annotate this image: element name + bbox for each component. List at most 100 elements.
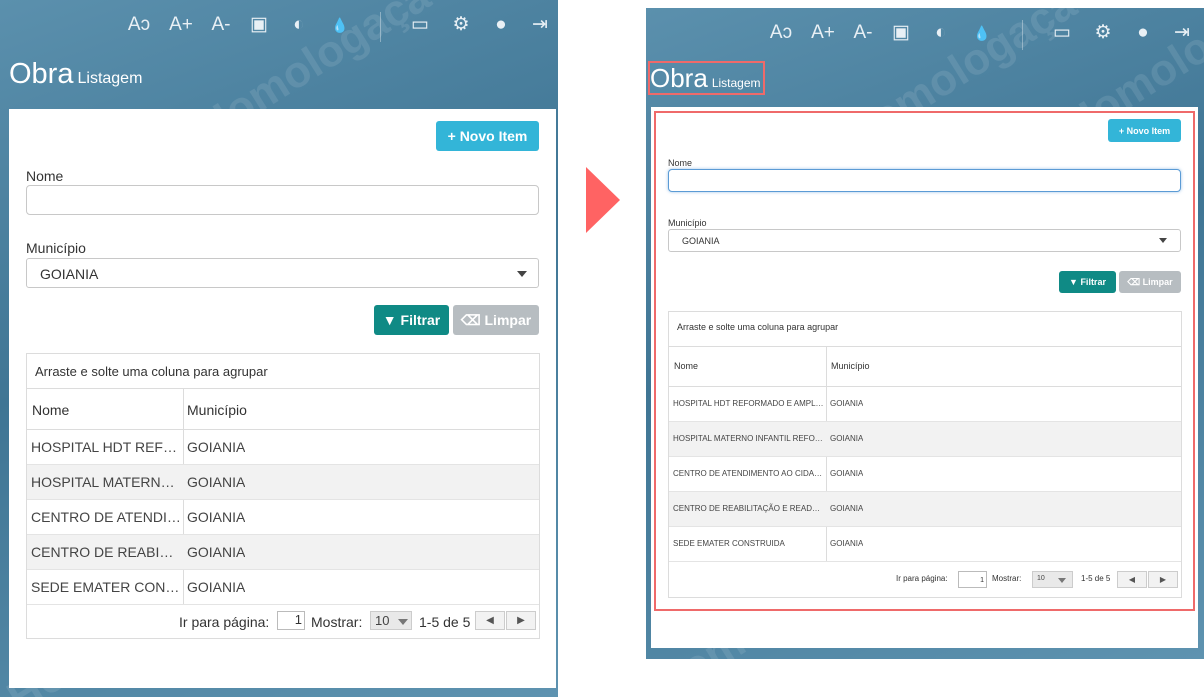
clear-button[interactable]: ⌫ Limpar [1119,271,1181,293]
table-row[interactable]: HOSPITAL MATERNO INFANTIL REFOR... GOIAN… [669,422,1181,457]
municipio-label: Município [26,240,86,256]
prev-page-icon[interactable]: ◀ [1117,571,1147,588]
toolbar-divider [1022,20,1023,50]
arrow-right-icon [586,167,620,233]
page-size-select[interactable]: 10 [1032,571,1073,588]
table-row[interactable]: HOSPITAL HDT REFOR... GOIANIA [27,430,539,465]
table-row[interactable]: CENTRO DE REABILITAÇÃO E READAPT... GOIA… [669,492,1181,527]
nome-label: Nome [26,168,64,184]
prev-page-icon[interactable]: ◀ [475,611,505,630]
column-header-municipio[interactable]: Município [831,361,870,371]
group-hint: Arraste e solte uma coluna para agrupar [677,322,839,332]
next-page-icon[interactable]: ▶ [1148,571,1178,588]
font-reset-icon[interactable]: Aↄ [765,22,797,46]
page-size-value: 10 [1037,575,1045,582]
group-panel[interactable]: Arraste e solte uma coluna para agrupar [27,354,539,389]
font-increase-icon[interactable]: A+ [165,14,197,38]
table-row[interactable]: CENTRO DE REABILITA... GOIANIA [27,535,539,570]
table-row[interactable]: CENTRO DE ATENDIME... GOIANIA [27,500,539,535]
table-row[interactable]: SEDE EMATER CONSTR... GOIANIA [27,570,539,605]
cell-municipio: GOIANIA [830,504,864,513]
drop-icon[interactable]: 💧 [329,14,351,38]
logout-icon[interactable]: ⇥ [1171,22,1193,46]
new-item-button[interactable]: + Novo Item [436,121,539,151]
cell-nome: CENTRO DE ATENDIMENTO AO CIDAD... [673,469,824,478]
cell-nome: CENTRO DE REABILITA... [31,544,181,560]
group-panel[interactable]: Arraste e solte uma coluna para agrupar [669,312,1181,347]
table-row[interactable]: HOSPITAL MATERNO I... GOIANIA [27,465,539,500]
group-hint: Arraste e solte uma coluna para agrupar [35,364,268,379]
next-page-icon[interactable]: ▶ [506,611,536,630]
logout-icon[interactable]: ⇥ [529,14,551,38]
column-header-nome[interactable]: Nome [674,361,698,371]
gear-icon[interactable]: ⚙ [450,14,472,38]
font-reset-icon[interactable]: Aↄ [123,14,155,38]
data-grid: Arraste e solte uma coluna para agrupar … [668,311,1182,598]
nome-label: Nome [668,158,693,168]
page-input[interactable]: 1 [277,611,305,630]
page-size-select[interactable]: 10 [370,611,412,630]
cell-nome: HOSPITAL MATERNO INFANTIL REFOR... [673,434,824,443]
column-header-nome[interactable]: Nome [32,402,69,418]
cell-municipio: GOIANIA [830,539,864,548]
font-decrease-icon[interactable]: A- [848,22,878,46]
table-row[interactable]: CENTRO DE ATENDIMENTO AO CIDAD... GOIANI… [669,457,1181,492]
contrast-icon[interactable]: ◐ [288,14,310,38]
filter-button[interactable]: ▼ Filtrar [1059,271,1116,293]
filter-button[interactable]: ▼ Filtrar [374,305,449,335]
table-row[interactable]: HOSPITAL HDT REFORMADO E AMPLIA... GOIAN… [669,387,1181,422]
goto-page-label: Ir para página: [896,574,948,583]
monitor-icon[interactable]: ▭ [1050,22,1074,46]
show-label: Mostrar: [311,614,363,630]
clear-button[interactable]: ⌫ Limpar [453,305,539,335]
cell-municipio: GOIANIA [830,434,864,443]
gear-icon[interactable]: ⚙ [1092,22,1114,46]
cell-nome: CENTRO DE ATENDIME... [31,509,181,525]
monitor-icon[interactable]: ▭ [408,14,432,38]
page-size-value: 10 [375,613,390,628]
new-item-button[interactable]: + Novo Item [1108,119,1181,142]
page-title: Obra Listagem [650,63,761,94]
page-title-text: Obra [9,58,74,90]
municipio-select[interactable]: GOIANIA [26,258,539,288]
cell-municipio: GOIANIA [830,399,864,408]
page-input[interactable]: 1 [958,571,987,588]
cube-icon[interactable]: ▣ [248,14,270,38]
range-text: 1-5 de 5 [1081,574,1111,583]
cell-nome: HOSPITAL HDT REFOR... [31,439,181,455]
drop-icon[interactable]: 💧 [971,22,993,46]
nome-input[interactable] [26,185,539,215]
user-icon[interactable]: ● [490,14,512,38]
grid-header: Nome Município [27,389,539,430]
grid-header: Nome Município [669,347,1181,387]
cell-nome: SEDE EMATER CONSTR... [31,579,181,595]
font-decrease-icon[interactable]: A- [206,14,236,38]
contrast-icon[interactable]: ◐ [930,22,952,46]
table-row[interactable]: SEDE EMATER CONSTRUIDA GOIANIA [669,527,1181,562]
cell-nome: HOSPITAL MATERNO I... [31,474,181,490]
font-increase-icon[interactable]: A+ [807,22,839,46]
show-label: Mostrar: [992,574,1022,583]
chevron-down-icon [398,619,408,625]
goto-page-label: Ir para página: [179,614,270,630]
top-toolbar: Aↄ A+ A- ▣ ◐ 💧 ▭ ⚙ ● ⇥ [0,0,558,52]
cell-municipio: GOIANIA [187,474,246,490]
right-screenshot: Homologação Homologação Homologação Homo… [646,8,1204,659]
cell-municipio: GOIANIA [187,439,246,455]
municipio-select[interactable]: GOIANIA [668,229,1181,252]
data-grid: Arraste e solte uma coluna para agrupar … [26,353,540,639]
cell-municipio: GOIANIA [187,509,246,525]
page-subtitle: Listagem [77,70,143,87]
left-screenshot: Homologação Homologação Homologação Homo… [0,0,558,697]
chevron-down-icon [1058,578,1066,583]
content-card: + Novo Item Nome Município GOIANIA ▼ Fil… [651,107,1198,648]
nome-input[interactable] [668,169,1181,192]
page-title: Obra Listagem [9,58,142,91]
cube-icon[interactable]: ▣ [890,22,912,46]
cell-municipio: GOIANIA [187,544,246,560]
toolbar-divider [380,12,381,42]
column-header-municipio[interactable]: Município [187,402,247,418]
municipio-value: GOIANIA [40,266,99,282]
municipio-value: GOIANIA [682,236,720,246]
user-icon[interactable]: ● [1132,22,1154,46]
